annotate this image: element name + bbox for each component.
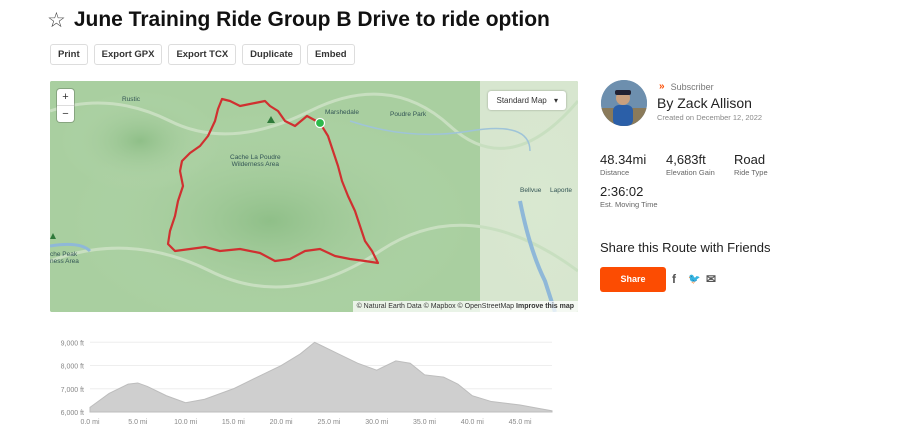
stat-label: Distance <box>600 168 630 177</box>
duplicate-button[interactable]: Duplicate <box>242 44 301 65</box>
star-icon[interactable]: ☆ <box>47 10 66 31</box>
share-heading: Share this Route with Friends <box>600 240 771 255</box>
stat-value: 48.34mi <box>600 152 647 167</box>
x-tick-label: 5.0 mi <box>128 419 148 426</box>
zoom-out-button[interactable]: − <box>57 105 74 122</box>
label-peak-area: che Peak ness Area <box>50 251 79 265</box>
stat-value: 4,683ft <box>666 152 706 167</box>
avatar[interactable] <box>601 80 647 126</box>
action-bar: Print Export GPX Export TCX Duplicate Em… <box>50 44 355 65</box>
x-tick-label: 40.0 mi <box>461 419 484 426</box>
y-tick-label: 7,000 ft <box>61 387 84 394</box>
print-button[interactable]: Print <box>50 44 88 65</box>
stat-elevation: 4,683ft Elevation Gain <box>666 152 715 177</box>
y-tick-label: 6,000 ft <box>61 410 84 417</box>
avatar-image <box>601 80 647 126</box>
stat-value: Road <box>734 152 766 167</box>
subscriber-label: Subscriber <box>670 81 714 92</box>
label-marshedale: Marshedale <box>325 109 359 116</box>
map-style-select[interactable]: Standard Map ▾ <box>488 91 566 110</box>
map-terrain <box>50 81 578 312</box>
map-style-label: Standard Map <box>496 96 547 105</box>
label-wilderness: Cache La Poudre Wilderness Area <box>230 154 281 168</box>
stat-moving-time: 2:36:02 Est. Moving Time <box>600 184 658 209</box>
x-tick-label: 0.0 mi <box>80 419 100 426</box>
export-tcx-button[interactable]: Export TCX <box>168 44 237 65</box>
x-tick-label: 15.0 mi <box>222 419 245 426</box>
y-tick-label: 8,000 ft <box>61 364 84 371</box>
email-icon[interactable]: ✉ <box>706 272 716 286</box>
stat-label: Elevation Gain <box>666 168 715 177</box>
subscriber-badge: » Subscriber <box>659 81 714 92</box>
stat-distance: 48.34mi Distance <box>600 152 646 177</box>
strava-chevron-icon: » <box>659 81 665 92</box>
share-button[interactable]: Share <box>600 267 666 292</box>
x-tick-label: 25.0 mi <box>317 419 340 426</box>
y-tick-label: 9,000 ft <box>61 340 84 347</box>
map-attribution: © Natural Earth Data © Mapbox © OpenStre… <box>352 301 578 312</box>
improve-map-link[interactable]: Improve this map <box>516 303 574 310</box>
embed-button[interactable]: Embed <box>306 44 355 65</box>
stat-label: Est. Moving Time <box>600 200 658 209</box>
label-bellvue: Bellvue <box>520 187 542 194</box>
title-row: ☆ June Training Ride Group B Drive to ri… <box>47 8 550 32</box>
x-tick-label: 30.0 mi <box>365 419 388 426</box>
elevation-area <box>89 341 553 413</box>
label-poudre-park: Poudre Park <box>390 111 427 118</box>
stat-ride-type: Road Ride Type <box>734 152 768 177</box>
x-tick-label: 10.0 mi <box>174 419 197 426</box>
stat-value: 2:36:02 <box>600 184 644 199</box>
route-map[interactable]: Rustic Marshedale Poudre Park Cache La P… <box>50 81 578 312</box>
chevron-down-icon: ▾ <box>553 96 558 105</box>
facebook-icon[interactable]: f <box>672 272 676 286</box>
page-title: June Training Ride Group B Drive to ride… <box>73 8 550 31</box>
author-name[interactable]: By Zack Allison <box>657 95 752 111</box>
attribution-text: © Natural Earth Data © Mapbox © OpenStre… <box>356 303 515 310</box>
label-rustic: Rustic <box>122 96 141 103</box>
stat-label: Ride Type <box>734 168 768 177</box>
zoom-control: + − <box>57 89 74 122</box>
elevation-chart[interactable]: 9,000 ft 8,000 ft 7,000 ft 6,000 ft 0.0 mi 5.… <box>50 329 560 429</box>
zoom-in-button[interactable]: + <box>57 89 74 105</box>
x-tick-label: 45.0 mi <box>509 419 532 426</box>
x-tick-label: 20.0 mi <box>270 419 293 426</box>
x-tick-label: 35.0 mi <box>413 419 436 426</box>
export-gpx-button[interactable]: Export GPX <box>93 44 163 65</box>
label-laporte: Laporte <box>550 187 573 194</box>
created-date: Created on December 12, 2022 <box>657 113 763 122</box>
twitter-icon[interactable]: 🐦 <box>688 274 700 285</box>
